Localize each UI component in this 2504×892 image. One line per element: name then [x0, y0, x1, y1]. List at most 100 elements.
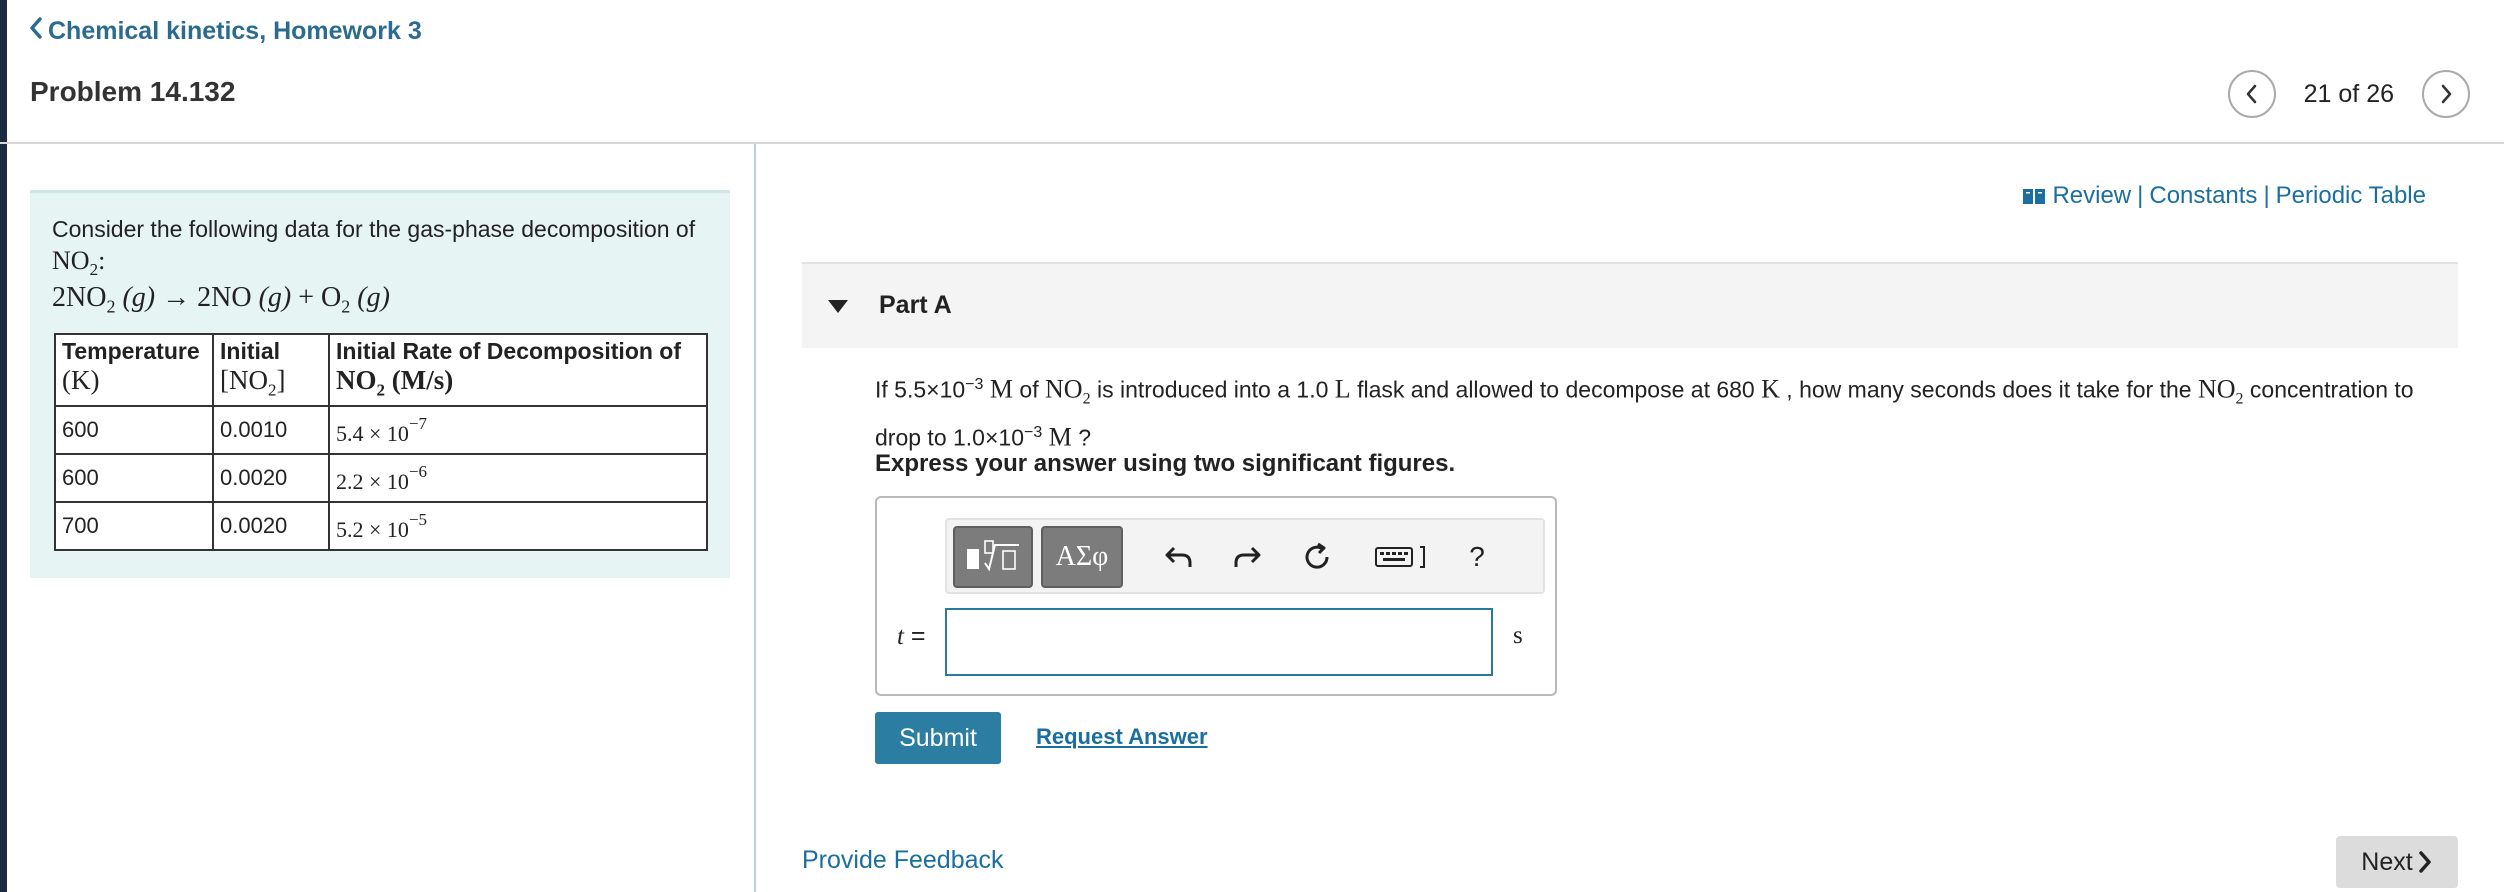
- rate-exponent: −5: [408, 509, 428, 529]
- answer-variable-label: t =: [897, 622, 926, 651]
- q-unit-molar: M: [983, 374, 1014, 404]
- eq-arrow: →: [162, 281, 191, 313]
- rate-base: 10: [386, 468, 409, 494]
- pager-position: 21 of 26: [2303, 79, 2394, 108]
- unit-pre: [NO: [220, 365, 268, 395]
- chevron-right-icon: [2418, 851, 2431, 873]
- answer-variable: t: [897, 623, 904, 650]
- templates-button[interactable]: [953, 526, 1033, 588]
- math-toolbar: ΑΣφ ?: [945, 518, 1545, 594]
- part-label: Part A: [879, 291, 952, 319]
- q-text: If 5.5×10: [875, 376, 966, 403]
- rate-times: ×: [369, 420, 382, 446]
- periodic-table-link[interactable]: Periodic Table: [2276, 182, 2426, 210]
- chevron-left-icon: [2246, 84, 2256, 104]
- table-row: 700 0.0020 5.2 × 10−5: [54, 501, 708, 551]
- rate-times: ×: [369, 516, 382, 542]
- unit-sub: 2: [376, 380, 386, 400]
- rate-exponent: −6: [408, 461, 428, 481]
- unit-post: ]: [276, 365, 286, 395]
- review-link[interactable]: Review: [2052, 182, 2131, 210]
- cell-concentration: 0.0020: [212, 501, 330, 551]
- chevron-right-icon: [2441, 84, 2452, 104]
- window-edge: [0, 0, 7, 892]
- q-text: flask and allowed to decompose at 680: [1350, 376, 1762, 403]
- answer-input[interactable]: [945, 608, 1493, 676]
- next-label: Next: [2361, 847, 2413, 876]
- header-initial-unit: [NO2]: [220, 365, 322, 400]
- q-exponent: −3: [965, 376, 984, 393]
- cell-concentration: 0.0020: [212, 453, 330, 503]
- answer-equals: =: [903, 622, 926, 650]
- cell-rate: 5.2 × 10−5: [328, 501, 708, 551]
- problem-pager: 21 of 26: [2227, 70, 2470, 118]
- header-temperature-label: Temperature: [62, 338, 200, 364]
- q-no2: NO: [1045, 374, 1083, 404]
- resource-links: Review | Constants | Periodic Table: [2022, 182, 2426, 210]
- header-initial-rate: Initial Rate of Decomposition of NO2 (M/…: [328, 333, 708, 407]
- eq-product1: 2NO: [197, 281, 252, 313]
- eq-product1-state: (g): [258, 281, 292, 313]
- header-divider: [0, 142, 2504, 144]
- eq-reactant-state: (g): [122, 281, 156, 313]
- book-icon: [2023, 189, 2046, 204]
- next-button[interactable]: Next: [2336, 836, 2458, 888]
- next-problem-button[interactable]: [2422, 70, 2470, 118]
- q-text: of: [1013, 376, 1046, 403]
- provide-feedback-link[interactable]: Provide Feedback: [802, 846, 1004, 875]
- formula-no: NO: [52, 245, 90, 275]
- column-divider: [754, 144, 756, 892]
- cell-temperature: 700: [54, 501, 214, 551]
- formula-suffix: :: [98, 245, 106, 275]
- keyboard-icon[interactable]: [1367, 532, 1437, 582]
- info-formula: NO2:: [52, 246, 708, 280]
- eq-reactant: 2NO: [52, 281, 107, 313]
- constants-link[interactable]: Constants: [2149, 182, 2257, 210]
- unit-post: (M/s): [385, 365, 454, 395]
- reaction-equation: 2NO2 (g) → 2NO (g) + O2 (g): [52, 282, 708, 318]
- rate-mantissa: 5.2: [336, 516, 364, 542]
- request-answer-link[interactable]: Request Answer: [1036, 724, 1208, 750]
- q-text: ?: [1071, 424, 1092, 451]
- cell-temperature: 600: [54, 453, 214, 503]
- cell-rate: 5.4 × 10−7: [328, 405, 708, 455]
- q-unit-kelvin: K: [1761, 374, 1780, 404]
- breadcrumb-label: Chemical kinetics, Homework 3: [48, 17, 422, 45]
- answer-unit: s: [1513, 622, 1523, 649]
- previous-problem-button[interactable]: [2227, 70, 2276, 118]
- greek-symbols-button[interactable]: ΑΣφ: [1041, 526, 1123, 588]
- table-header-row: Temperature (K) Initial [NO2] Initial Ra…: [54, 333, 708, 407]
- info-intro-text: Consider the following data for the gas-…: [52, 215, 708, 244]
- rate-exponent: −7: [408, 413, 428, 433]
- breadcrumb-back-link[interactable]: Chemical kinetics, Homework 3: [28, 16, 422, 47]
- unit-sub: 2: [268, 380, 277, 400]
- header-rate-label: Initial Rate of Decomposition of: [336, 338, 682, 364]
- submit-button[interactable]: Submit: [875, 712, 1001, 764]
- rate-base: 10: [386, 420, 409, 446]
- cell-rate: 2.2 × 10−6: [328, 453, 708, 503]
- collapse-triangle-icon[interactable]: [828, 300, 848, 313]
- header-rate-unit: NO2 (M/s): [336, 365, 700, 400]
- templates-icon: [967, 540, 1019, 572]
- header-initial-label: Initial: [220, 338, 281, 364]
- reset-icon[interactable]: [1297, 532, 1337, 582]
- q-text: is introduced into a 1.0: [1090, 376, 1335, 403]
- table-row: 600 0.0010 5.4 × 10−7: [54, 405, 708, 455]
- cell-temperature: 600: [54, 405, 214, 455]
- q-unit-liter: L: [1334, 374, 1351, 404]
- undo-icon[interactable]: [1159, 532, 1199, 582]
- redo-icon[interactable]: [1227, 532, 1267, 582]
- link-separator: |: [2263, 182, 2270, 209]
- rate-times: ×: [369, 468, 382, 494]
- link-separator: |: [2137, 182, 2144, 209]
- eq-product2-sub: 2: [341, 296, 351, 317]
- problem-title: Problem 14.132: [30, 76, 236, 107]
- question-text: If 5.5×10−3 M of NO2 is introduced into …: [875, 368, 2465, 455]
- cell-concentration: 0.0010: [212, 405, 330, 455]
- answer-box: ΑΣφ ? t = s: [875, 496, 1557, 696]
- part-a-header[interactable]: Part A: [802, 262, 2458, 348]
- help-button[interactable]: ?: [1457, 532, 1497, 582]
- eq-product2-state: (g): [357, 281, 390, 313]
- chevron-left-icon: [28, 16, 44, 47]
- help-icon: ?: [1469, 541, 1485, 572]
